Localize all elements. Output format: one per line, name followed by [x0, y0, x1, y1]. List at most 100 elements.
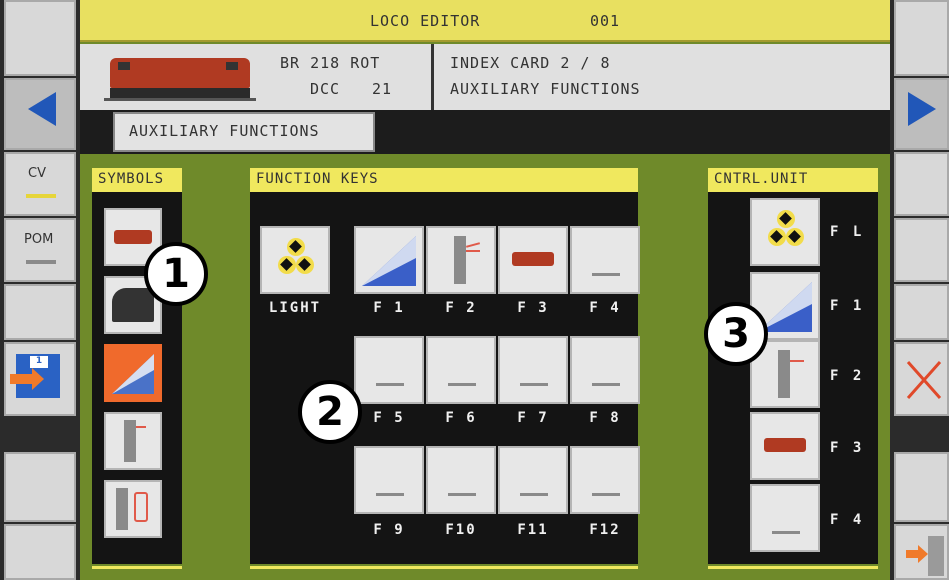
- key-label-f12: F12: [589, 522, 621, 538]
- key-f9[interactable]: [354, 446, 424, 514]
- pom-label: POM: [24, 232, 54, 247]
- key-f6[interactable]: [426, 336, 496, 404]
- empty-slot-icon: [376, 383, 404, 386]
- key-label-f4: F 4: [589, 300, 621, 316]
- key-label-f9: F 9: [373, 522, 405, 538]
- left-blank-button-1[interactable]: [4, 0, 76, 76]
- symbol-signal-sound[interactable]: [104, 480, 162, 538]
- cv-indicator: [26, 194, 56, 198]
- light-icon: [278, 238, 314, 274]
- tab-auxiliary-functions[interactable]: AUXILIARY FUNCTIONS: [113, 112, 375, 152]
- next-card-button[interactable]: [894, 78, 949, 150]
- empty-slot-icon: [448, 383, 476, 386]
- right-sidebar: [890, 0, 949, 580]
- title-bar: LOCO EDITOR 001: [80, 0, 890, 42]
- control-unit-panel: F L F 1 F 2 F 3 F 4: [708, 192, 878, 564]
- empty-slot-icon: [520, 493, 548, 496]
- info-divider: [431, 44, 434, 110]
- signal-icon: [124, 420, 136, 462]
- empty-slot-icon: [592, 273, 620, 276]
- right-blank-button-3[interactable]: [894, 218, 949, 282]
- symbols-header: SYMBOLS: [92, 168, 182, 192]
- key-f2[interactable]: [426, 226, 496, 294]
- empty-slot-icon: [592, 493, 620, 496]
- key-f12[interactable]: [570, 446, 640, 514]
- previous-card-button[interactable]: [4, 78, 76, 150]
- function-keys-panel: LIGHT F 1 F 2 F 3 F 4 F 5 F 6 F 7 F 8 F …: [250, 192, 640, 564]
- control-unit-footer-line: [708, 566, 878, 569]
- cu-label-fl: F L: [830, 224, 865, 240]
- cv-label: CV: [28, 166, 46, 181]
- callout-3: 3: [704, 302, 768, 366]
- key-f11[interactable]: [498, 446, 568, 514]
- pom-button[interactable]: POM: [4, 218, 76, 282]
- symbol-signal[interactable]: [104, 412, 162, 470]
- key-light[interactable]: [260, 226, 330, 294]
- left-blank-button-3[interactable]: [4, 452, 76, 522]
- index-card-label: INDEX CARD 2 / 8: [450, 54, 611, 72]
- page-title: LOCO EDITOR: [370, 12, 481, 30]
- cu-key-f4[interactable]: [750, 484, 820, 552]
- arrow-left-icon: [28, 92, 56, 126]
- key-f1[interactable]: [354, 226, 424, 294]
- key-label-f7: F 7: [517, 410, 549, 426]
- cu-label-f3: F 3: [830, 440, 865, 456]
- callout-2: 2: [298, 380, 362, 444]
- disk-icon: 1: [10, 354, 60, 398]
- key-label-f6: F 6: [445, 410, 477, 426]
- function-keys-header: FUNCTION KEYS: [250, 168, 638, 192]
- locomotive-small-icon: [512, 252, 554, 266]
- locomotive-icon: [104, 52, 256, 104]
- card-subtitle: AUXILIARY FUNCTIONS: [450, 80, 641, 98]
- key-label-f10: F10: [445, 522, 477, 538]
- exit-icon: [906, 536, 946, 576]
- right-blank-button-4[interactable]: [894, 284, 949, 340]
- locomotive-small-icon: [764, 438, 806, 452]
- light-ramp-icon: [362, 236, 416, 286]
- left-sidebar: CV POM 1: [0, 0, 80, 580]
- symbols-footer-line: [92, 566, 182, 569]
- cu-key-fl[interactable]: [750, 198, 820, 266]
- empty-slot-icon: [592, 383, 620, 386]
- right-blank-button-2[interactable]: [894, 152, 949, 216]
- close-button[interactable]: [894, 342, 949, 416]
- right-blank-button-1[interactable]: [894, 0, 949, 76]
- save-button[interactable]: 1: [4, 342, 76, 416]
- signal-icon: [778, 350, 790, 398]
- function-keys-footer-line: [250, 566, 638, 569]
- loco-address: 21: [372, 80, 393, 98]
- loco-name: BR 218 ROT: [280, 54, 381, 72]
- control-unit-header: CNTRL.UNIT: [708, 168, 878, 192]
- key-label-f3: F 3: [517, 300, 549, 316]
- close-icon: [906, 361, 942, 399]
- cu-key-f3[interactable]: [750, 412, 820, 480]
- loco-number: 001: [590, 12, 621, 30]
- cv-button[interactable]: CV: [4, 152, 76, 216]
- pom-indicator: [26, 260, 56, 264]
- key-f7[interactable]: [498, 336, 568, 404]
- arrow-right-icon: [908, 92, 936, 126]
- empty-slot-icon: [448, 493, 476, 496]
- callout-1: 1: [144, 242, 208, 306]
- key-label-f8: F 8: [589, 410, 621, 426]
- key-label-f11: F11: [517, 522, 549, 538]
- right-blank-button-5[interactable]: [894, 452, 949, 522]
- symbol-light-ramp[interactable]: [104, 344, 162, 402]
- key-label-f5: F 5: [373, 410, 405, 426]
- cu-label-f4: F 4: [830, 512, 865, 528]
- cu-label-f2: F 2: [830, 368, 865, 384]
- exit-button[interactable]: [894, 524, 949, 580]
- key-f3[interactable]: [498, 226, 568, 294]
- key-label-f2: F 2: [445, 300, 477, 316]
- empty-slot-icon: [376, 493, 404, 496]
- loco-protocol: DCC: [310, 80, 341, 98]
- signal-sound-icon: [116, 488, 128, 530]
- left-blank-button-4[interactable]: [4, 524, 76, 580]
- empty-slot-icon: [772, 531, 800, 534]
- key-f4[interactable]: [570, 226, 640, 294]
- left-blank-button-2[interactable]: [4, 284, 76, 340]
- loco-info-panel: BR 218 ROT DCC 21 INDEX CARD 2 / 8 AUXIL…: [80, 44, 890, 110]
- key-f8[interactable]: [570, 336, 640, 404]
- key-f5[interactable]: [354, 336, 424, 404]
- key-f10[interactable]: [426, 446, 496, 514]
